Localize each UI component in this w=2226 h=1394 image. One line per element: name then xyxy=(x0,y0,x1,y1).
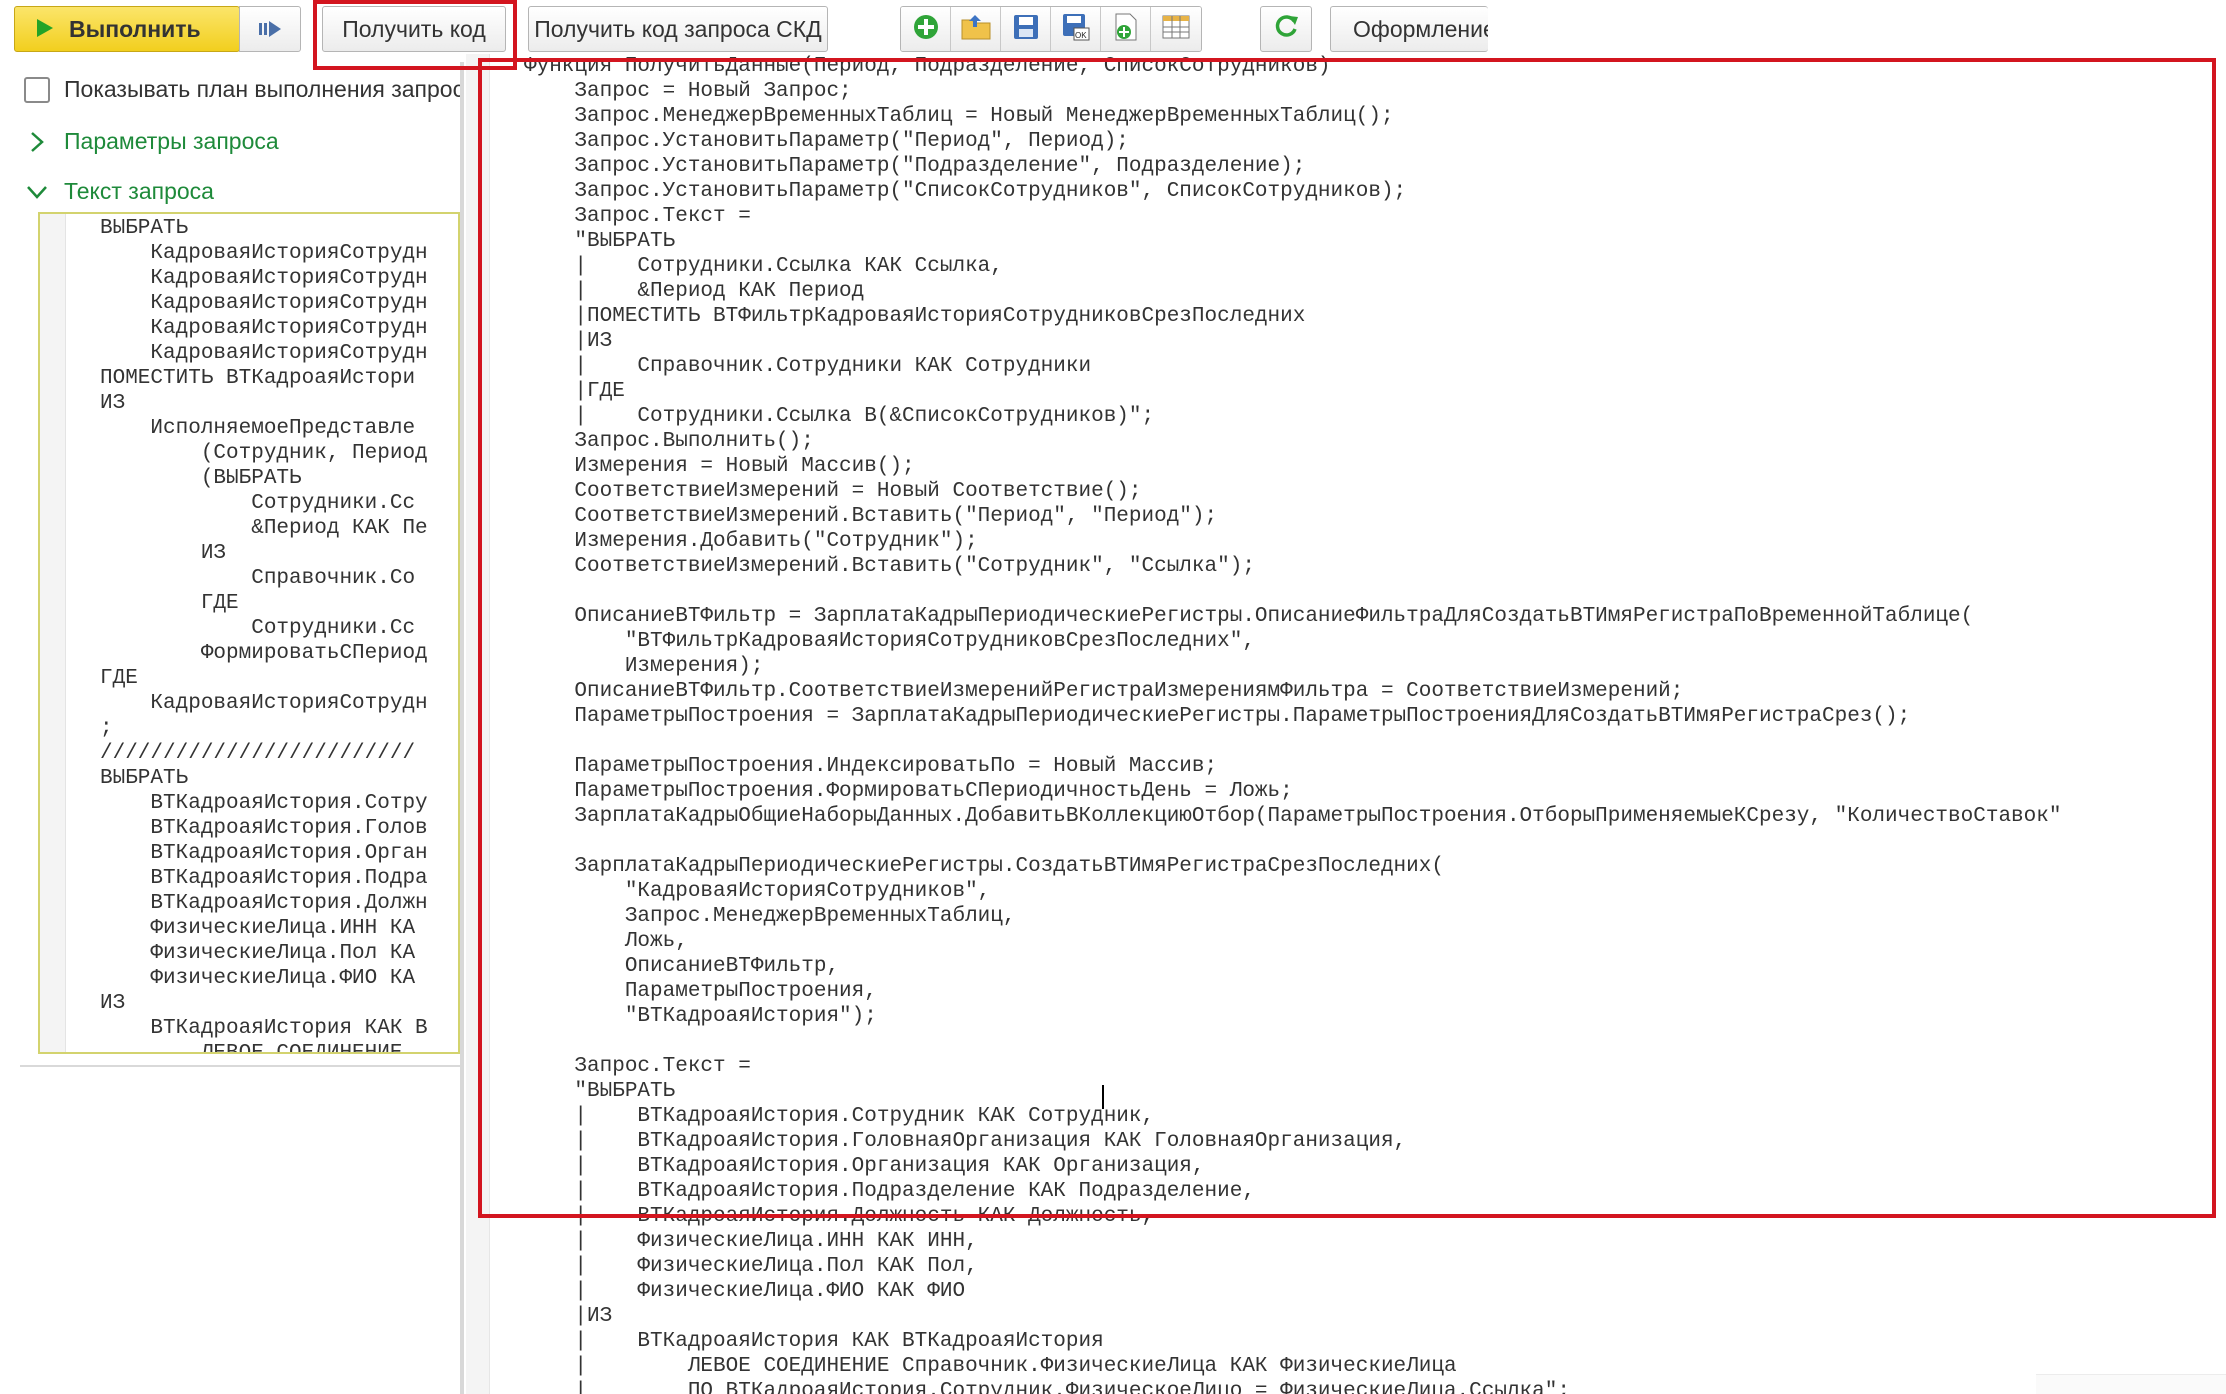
open-folder-icon xyxy=(961,14,991,45)
params-section-label: Параметры запроса xyxy=(64,128,279,154)
query-line: (Сотрудник, Период xyxy=(100,442,428,465)
run-options-button[interactable] xyxy=(239,6,301,52)
query-line: ВЫБРАТЬ xyxy=(100,767,189,790)
run-button[interactable]: Выполнить xyxy=(14,6,301,52)
params-section-header[interactable]: Параметры запроса xyxy=(26,128,279,155)
query-line: ИЗ xyxy=(100,542,227,565)
panel-splitter[interactable] xyxy=(460,62,464,1394)
query-text-content: ВЫБРАТЬ КадроваяИсторияСотрудн КадроваяИ… xyxy=(100,216,428,1054)
refresh-button[interactable] xyxy=(1260,6,1312,52)
file-actions-group: OK xyxy=(900,6,1202,52)
code-line: | ФизическиеЛица.ИНН КАК ИНН, xyxy=(524,1230,978,1253)
query-gutter xyxy=(40,214,66,1052)
query-line: ВТКадроаяИстория КАК В xyxy=(100,1017,428,1040)
query-line: Справочник.Со xyxy=(100,567,416,590)
query-line: &Период КАК Пе xyxy=(100,517,428,540)
code-line: | ФизическиеЛица.ФИО КАК ФИО xyxy=(524,1280,966,1303)
query-line: ВТКадроаяИстория.Орган xyxy=(100,842,428,865)
code-line: |ИЗ xyxy=(524,1305,613,1328)
query-line: ГДЕ xyxy=(100,667,138,690)
code-line: | ВТКадроаяИстория КАК ВТКадроаяИстория xyxy=(524,1330,1104,1353)
query-line: Сотрудники.Сс xyxy=(100,617,416,640)
query-line: ВТКадроаяИстория.Подра xyxy=(100,867,428,890)
step-run-icon xyxy=(259,16,281,43)
query-line: ЛЕВОЕ СОЕДИНЕНИЕ xyxy=(100,1042,403,1054)
query-line: ВТКадроаяИстория.Голов xyxy=(100,817,428,840)
new-file-button[interactable] xyxy=(1101,7,1151,51)
play-icon xyxy=(37,16,53,43)
text-section-label: Текст запроса xyxy=(64,178,214,204)
code-line: | ФизическиеЛица.Пол КАК Пол, xyxy=(524,1255,978,1278)
add-icon xyxy=(912,13,940,46)
add-button[interactable] xyxy=(901,7,951,51)
save-as-icon: OK xyxy=(1062,13,1090,46)
query-line: ФормироватьСПериод xyxy=(100,642,428,665)
show-plan-label: Показывать план выполнения запрос xyxy=(64,76,465,102)
refresh-icon xyxy=(1273,13,1299,45)
query-line: ВТКадроаяИстория.Сотру xyxy=(100,792,428,815)
query-options-panel: Показывать план выполнения запрос Параме… xyxy=(0,62,464,1394)
show-plan-checkbox[interactable] xyxy=(24,76,50,103)
query-line: (ВЫБРАТЬ xyxy=(100,467,302,490)
query-line: ВЫБРАТЬ xyxy=(100,217,189,240)
get-skd-code-label: Получить код запроса СКД xyxy=(534,15,822,42)
svg-text:OK: OK xyxy=(1075,31,1087,40)
divider xyxy=(20,1065,460,1067)
get-skd-code-button[interactable]: Получить код запроса СКД xyxy=(528,6,828,52)
query-line: ФизическиеЛица.Пол КА xyxy=(100,942,416,965)
formatting-button[interactable]: Оформление xyxy=(1330,6,1488,52)
query-line: ГДЕ xyxy=(100,592,239,615)
query-line: ФизическиеЛица.ФИО КА xyxy=(100,967,416,990)
query-line: КадроваяИсторияСотрудн xyxy=(100,267,428,290)
table-button[interactable] xyxy=(1151,7,1201,51)
chevron-right-icon xyxy=(26,131,48,153)
chevron-down-icon xyxy=(26,181,48,203)
query-line: ИсполняемоеПредставле xyxy=(100,417,416,440)
query-line: ПОМЕСТИТЬ ВТКадроаяИстори xyxy=(100,367,416,390)
save-as-button[interactable]: OK xyxy=(1051,7,1101,51)
code-line: | ПО ВТКадроаяИстория.Сотрудник.Физическ… xyxy=(524,1380,1570,1394)
query-line: КадроваяИсторияСотрудн xyxy=(100,342,428,365)
new-file-icon xyxy=(1113,13,1139,46)
query-line: ИЗ xyxy=(100,992,126,1015)
query-line: ФизическиеЛица.ИНН КА xyxy=(100,917,416,940)
resize-corner xyxy=(2036,1374,2226,1394)
query-line: КадроваяИсторияСотрудн xyxy=(100,317,428,340)
run-label: Выполнить xyxy=(69,15,201,42)
formatting-label: Оформление xyxy=(1353,15,1488,42)
query-line: ; xyxy=(100,717,113,740)
query-line: Сотрудники.Сс xyxy=(100,492,416,515)
query-line: КадроваяИсторияСотрудн xyxy=(100,292,428,315)
query-text-editor[interactable]: ВЫБРАТЬ КадроваяИсторияСотрудн КадроваяИ… xyxy=(38,212,460,1054)
text-section-header[interactable]: Текст запроса xyxy=(26,178,214,205)
save-icon xyxy=(1013,14,1039,45)
code-line: | ЛЕВОЕ СОЕДИНЕНИЕ Справочник.Физические… xyxy=(524,1355,1457,1378)
show-plan-option[interactable]: Показывать план выполнения запрос xyxy=(24,76,464,103)
query-line: ИЗ xyxy=(100,392,126,415)
query-line: КадроваяИсторияСотрудн xyxy=(100,692,428,715)
highlight-generated-code xyxy=(478,58,2216,1218)
query-line: ВТКадроаяИстория.Должн xyxy=(100,892,428,915)
query-line: КадроваяИсторияСотрудн xyxy=(100,242,428,265)
query-line: ///////////////////////// xyxy=(100,742,416,765)
save-button[interactable] xyxy=(1001,7,1051,51)
open-button[interactable] xyxy=(951,7,1001,51)
table-icon xyxy=(1162,15,1190,44)
